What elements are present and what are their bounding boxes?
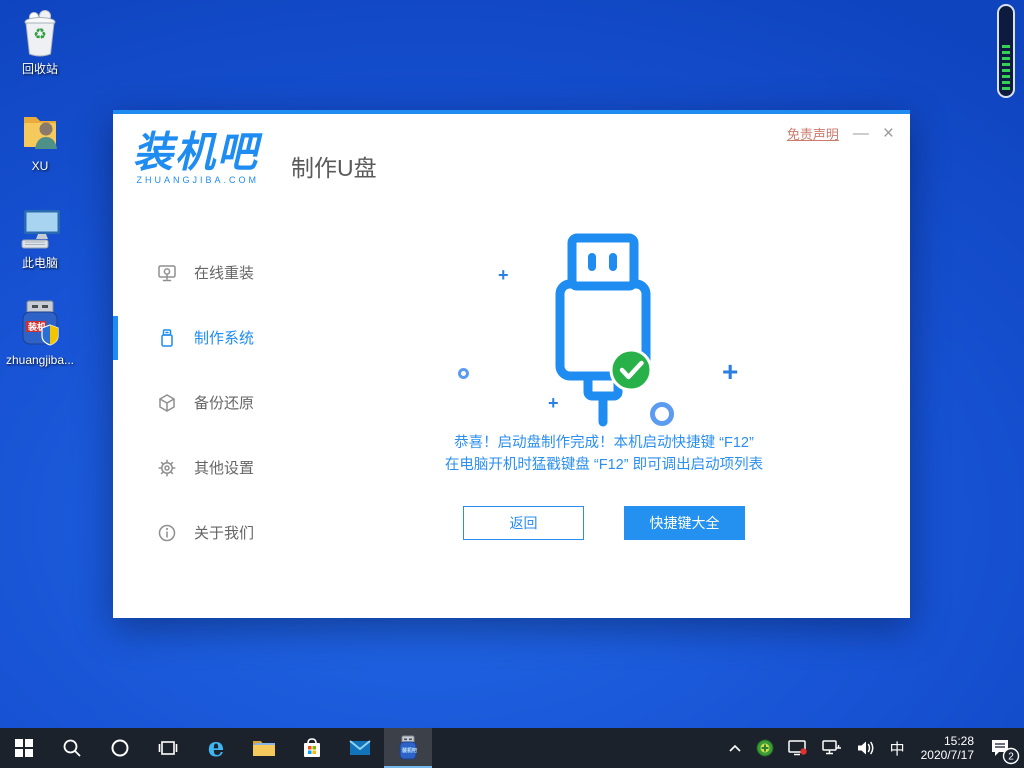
clock-time: 15:28 xyxy=(921,734,974,748)
desktop-icon-recycle-bin[interactable]: ♻ 回收站 xyxy=(2,8,78,105)
activity-gauge xyxy=(997,4,1015,98)
desktop-icon-xu-folder[interactable]: XU xyxy=(2,105,78,202)
store-button[interactable] xyxy=(288,728,336,768)
this-pc-icon xyxy=(14,202,66,254)
sidebar-item-other-settings[interactable]: 其他设置 xyxy=(113,435,298,500)
usb-drive-check-icon xyxy=(509,232,699,428)
notification-badge-count: 2 xyxy=(1008,752,1014,763)
info-icon xyxy=(157,523,177,543)
desktop-icon-label: 回收站 xyxy=(22,63,58,76)
file-explorer-icon xyxy=(252,738,276,758)
mail-button[interactable] xyxy=(336,728,384,768)
search-icon xyxy=(62,738,82,758)
cortana-button[interactable] xyxy=(96,728,144,768)
cortana-icon xyxy=(110,738,130,758)
desktop-icon-list: ♻ 回收站 XU xyxy=(2,8,78,396)
clock-date: 2020/7/17 xyxy=(921,748,974,762)
system-tray: 中 15:28 2020/7/17 2 xyxy=(723,728,1024,768)
sidebar: 在线重装 制作系统 备份还原 xyxy=(113,204,298,618)
back-button[interactable]: 返回 xyxy=(463,506,584,540)
tray-display-app[interactable] xyxy=(783,728,813,768)
window-body: 在线重装 制作系统 备份还原 xyxy=(113,204,910,618)
zhuangjiba-taskbar-icon: 装机吧 xyxy=(396,735,420,761)
desktop-icon-this-pc[interactable]: 此电脑 xyxy=(2,202,78,299)
success-message-line2: 在电脑开机时猛戳键盘 “F12” 即可调出启动项列表 xyxy=(445,454,763,476)
dot-decoration xyxy=(458,368,469,379)
app-logo: 装机吧 ZHUANGJIBA.COM xyxy=(133,133,259,185)
sidebar-item-online-reinstall[interactable]: 在线重装 xyxy=(113,240,298,305)
windows-logo-icon xyxy=(15,739,33,757)
hotkeys-button[interactable]: 快捷键大全 xyxy=(624,506,745,540)
sidebar-item-label: 制作系统 xyxy=(194,327,254,348)
sidebar-item-label: 备份还原 xyxy=(194,392,254,413)
plus-decoration: + xyxy=(498,266,509,284)
mail-icon xyxy=(348,738,372,758)
taskbar-usb-text: 装机吧 xyxy=(402,747,417,754)
task-view-icon xyxy=(158,738,178,758)
store-icon xyxy=(301,737,323,759)
start-button[interactable] xyxy=(0,728,48,768)
chevron-up-icon xyxy=(728,743,742,753)
desktop-icon-label: XU xyxy=(32,160,49,173)
sidebar-item-label: 在线重装 xyxy=(194,262,254,283)
backup-cube-icon xyxy=(157,393,177,413)
tray-action-center[interactable]: 2 xyxy=(985,728,1020,768)
notification-badge: 2 xyxy=(1002,747,1020,765)
button-row: 返回 快捷键大全 xyxy=(463,506,745,540)
task-view-button[interactable] xyxy=(144,728,192,768)
success-message-line1: 恭喜！启动盘制作完成！本机启动快捷键 “F12” xyxy=(445,432,763,454)
sidebar-item-label: 关于我们 xyxy=(194,522,254,543)
taskbar-zhuangjiba-button[interactable]: 装机吧 xyxy=(384,728,432,768)
minimize-button[interactable]: — xyxy=(853,126,869,142)
close-button[interactable]: × xyxy=(883,126,894,142)
sidebar-item-label: 其他设置 xyxy=(194,457,254,478)
window-header: 装机吧 ZHUANGJIBA.COM 制作U盘 免责声明 — × xyxy=(113,114,910,204)
network-icon xyxy=(822,740,842,756)
display-notification-icon xyxy=(788,739,808,757)
tray-volume[interactable] xyxy=(851,728,881,768)
window-controls: 免责声明 — × xyxy=(787,124,894,143)
zhuangjiba-window: 装机吧 ZHUANGJIBA.COM 制作U盘 免责声明 — × 在线重装 xyxy=(113,110,910,618)
taskbar: e xyxy=(0,728,1024,768)
desktop: ♻ 回收站 XU xyxy=(0,0,1024,768)
page-title: 制作U盘 xyxy=(291,149,377,183)
recycle-bin-icon: ♻ xyxy=(14,8,66,60)
app-logo-title: 装机吧 xyxy=(133,132,259,174)
app-logo-subtitle: ZHUANGJIBA.COM xyxy=(136,176,259,185)
usb-success-graphic: + + + xyxy=(434,218,774,426)
plus-decoration: + xyxy=(722,358,738,386)
desktop-icon-label: zhuangjiba... xyxy=(6,354,74,367)
user-folder-icon xyxy=(14,105,66,157)
edge-button[interactable]: e xyxy=(192,728,240,768)
gear-icon xyxy=(157,458,177,478)
tray-ime-indicator[interactable]: 中 xyxy=(885,728,910,768)
antivirus-icon xyxy=(756,739,774,757)
tray-clock[interactable]: 15:28 2020/7/17 xyxy=(914,728,981,768)
recycle-icon: ♻ xyxy=(33,25,46,43)
tray-antivirus[interactable] xyxy=(751,728,779,768)
usb-stick-icon xyxy=(157,328,177,348)
edge-icon: e xyxy=(208,733,225,763)
tray-show-hidden-icons[interactable] xyxy=(723,728,747,768)
desktop-icon-label: 此电脑 xyxy=(22,257,58,270)
tray-network[interactable] xyxy=(817,728,847,768)
file-explorer-button[interactable] xyxy=(240,728,288,768)
sidebar-item-backup-restore[interactable]: 备份还原 xyxy=(113,370,298,435)
monitor-reinstall-icon xyxy=(157,263,177,283)
speaker-icon xyxy=(856,740,876,756)
main-content: + + + xyxy=(298,204,910,618)
sidebar-item-about-us[interactable]: 关于我们 xyxy=(113,500,298,565)
search-button[interactable] xyxy=(48,728,96,768)
success-message: 恭喜！启动盘制作完成！本机启动快捷键 “F12” 在电脑开机时猛戳键盘 “F12… xyxy=(445,432,763,476)
desktop-icon-zhuangjiba[interactable]: 装机 zhuangjiba... xyxy=(2,299,78,396)
disclaimer-link[interactable]: 免责声明 xyxy=(787,124,839,143)
activity-gauge-level xyxy=(1002,45,1010,92)
zhuangjiba-usb-icon: 装机 xyxy=(14,299,66,351)
sidebar-item-make-system[interactable]: 制作系统 xyxy=(113,305,298,370)
